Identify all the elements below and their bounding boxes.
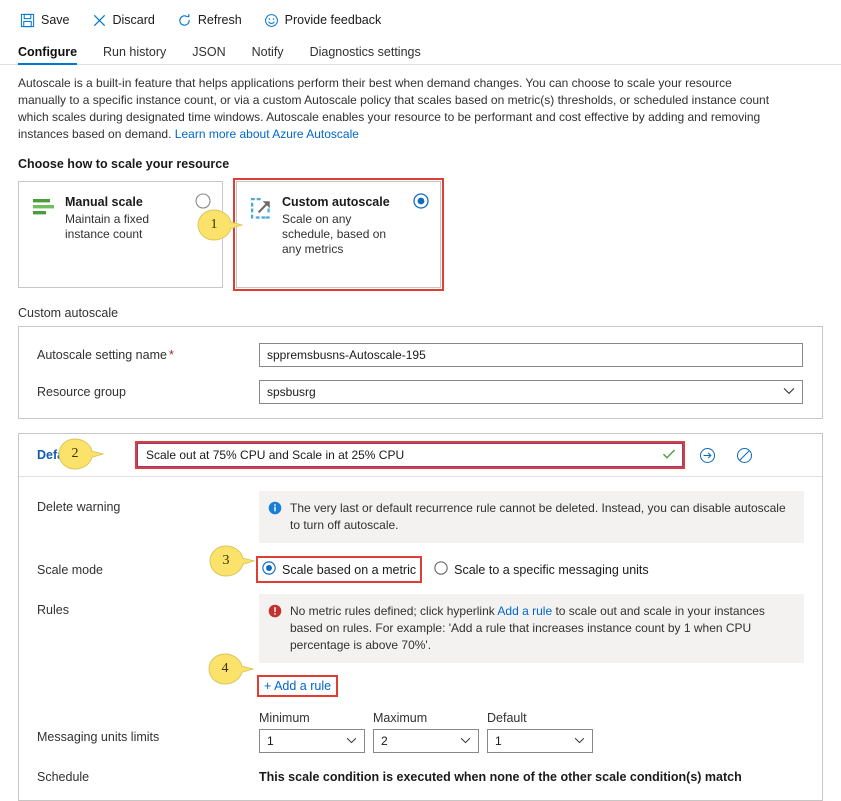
tab-configure[interactable]: Configure (18, 45, 78, 65)
manual-scale-subtitle: Maintain a fixed instance count (65, 212, 150, 241)
default-rule-name-input[interactable] (144, 447, 658, 463)
resource-group-value: spsbusrg (267, 385, 316, 399)
limit-minimum-value: 1 (267, 734, 274, 748)
manual-scale-radio[interactable] (195, 193, 211, 212)
limit-minimum: Minimum 1 (259, 711, 365, 753)
limit-maximum-header: Maximum (373, 711, 428, 725)
custom-autoscale-title: Custom autoscale (282, 195, 390, 209)
scale-mode-row: Scale mode Scale based on a metric Scale… (19, 543, 822, 583)
save-button-label: Save (41, 13, 70, 27)
delete-warning-label: Delete warning (37, 500, 121, 514)
chevron-down-icon (783, 387, 795, 398)
checkmark-icon (658, 448, 676, 463)
limit-default-header: Default (487, 711, 527, 725)
limit-minimum-header: Minimum (259, 711, 310, 725)
custom-autoscale-panel: Autoscale setting name* Resource group s… (18, 326, 823, 419)
refresh-button[interactable]: Refresh (175, 11, 244, 30)
scale-mode-option-messaging-units-label: Scale to a specific messaging units (454, 562, 649, 577)
refresh-button-label: Refresh (197, 13, 242, 27)
discard-button-label: Discard (112, 13, 155, 27)
messaging-units-limits-row: Messaging units limits Minimum 1 Maximum… (19, 695, 822, 753)
scale-mode-radio-group: Scale based on a metric Scale to a speci… (255, 556, 652, 583)
move-right-circle-icon[interactable] (699, 447, 716, 464)
scale-mode-option-messaging-units[interactable]: Scale to a specific messaging units (431, 559, 652, 580)
rules-row: Rules No metric rules defined; click hyp… (19, 580, 822, 697)
default-rule-header-label: Default (37, 448, 80, 462)
chevron-down-icon (346, 736, 357, 747)
delete-warning-row: Delete warning The very last or default … (19, 477, 822, 543)
refresh-icon (177, 13, 192, 28)
info-icon (268, 500, 282, 534)
limit-maximum-select[interactable]: 2 (373, 729, 479, 753)
rules-inline-add-a-rule-link[interactable]: Add a rule (497, 604, 552, 618)
discard-button[interactable]: Discard (90, 11, 157, 30)
tab-diagnostics-settings[interactable]: Diagnostics settings (310, 45, 421, 64)
custom-autoscale-radio[interactable] (413, 193, 429, 212)
autoscale-setting-name-row: Autoscale setting name * (19, 343, 822, 367)
radio-selected-icon (262, 561, 276, 578)
default-rule-name-field[interactable] (135, 441, 685, 469)
rules-error-text-part1: No metric rules defined; click hyperlink (290, 604, 498, 618)
radio-unselected-icon (434, 561, 448, 578)
autoscale-setting-name-label: Autoscale setting name * (37, 348, 259, 362)
tab-run-history[interactable]: Run history (103, 45, 166, 64)
schedule-row: Schedule This scale condition is execute… (19, 753, 822, 800)
messaging-units-limits-label: Messaging units limits (37, 730, 160, 744)
rules-label: Rules (37, 603, 69, 617)
chevron-down-icon (460, 736, 471, 747)
manual-scale-title: Manual scale (65, 195, 143, 209)
custom-autoscale-subtitle: Scale on any schedule, based on any metr… (282, 212, 387, 256)
autoscale-setting-name-input[interactable] (259, 343, 803, 367)
limit-default-value: 1 (495, 734, 502, 748)
tab-notify[interactable]: Notify (252, 45, 284, 64)
limit-default: Default 1 (487, 711, 593, 753)
smiley-icon (264, 13, 279, 28)
page-description-text: Autoscale is a built-in feature that hel… (18, 76, 770, 141)
limit-minimum-select[interactable]: 1 (259, 729, 365, 753)
add-a-rule-button[interactable]: + Add a rule (256, 675, 339, 697)
default-scale-condition-panel: Default Delete warning (18, 433, 823, 801)
scale-mode-option-metric-label: Scale based on a metric (282, 562, 417, 577)
rules-error-text: No metric rules defined; click hyperlink… (290, 603, 794, 654)
scale-option-manual-scale[interactable]: Manual scale Maintain a fixed instance c… (18, 181, 223, 288)
scale-mode-option-metric[interactable]: Scale based on a metric (255, 556, 423, 583)
scale-option-cards: Manual scale Maintain a fixed instance c… (0, 171, 841, 291)
scale-option-custom-autoscale[interactable]: Custom autoscale Scale on any schedule, … (233, 178, 444, 291)
rules-error-message: No metric rules defined; click hyperlink… (259, 594, 804, 663)
provide-feedback-button-label: Provide feedback (284, 13, 382, 27)
error-icon (268, 603, 282, 654)
schedule-text: This scale condition is executed when no… (259, 770, 742, 784)
command-toolbar: Save Discard Refresh Provide feedback (0, 0, 841, 38)
close-x-icon (92, 13, 107, 28)
resource-group-select[interactable]: spsbusrg (259, 380, 803, 404)
resource-group-row: Resource group spsbusrg (19, 380, 822, 404)
learn-more-link[interactable]: Learn more about Azure Autoscale (175, 127, 359, 141)
default-rule-header: Default (19, 434, 822, 477)
choose-scale-heading: Choose how to scale your resource (18, 157, 230, 171)
custom-autoscale-arrow-icon (250, 195, 273, 277)
provide-feedback-button[interactable]: Provide feedback (262, 11, 384, 30)
schedule-label: Schedule (37, 770, 90, 784)
limit-maximum: Maximum 2 (373, 711, 479, 753)
autoscale-setting-name-label-text: Autoscale setting name (37, 348, 167, 362)
save-button[interactable]: Save (18, 11, 72, 30)
no-entry-circle-icon[interactable] (736, 447, 753, 464)
save-icon (20, 13, 35, 28)
limit-maximum-value: 2 (381, 734, 388, 748)
scale-mode-label: Scale mode (37, 562, 104, 577)
tab-json[interactable]: JSON (192, 45, 225, 64)
delete-warning-text: The very last or default recurrence rule… (290, 501, 786, 532)
tab-bar: Configure Run history JSON Notify Diagno… (0, 38, 841, 65)
limit-default-select[interactable]: 1 (487, 729, 593, 753)
manual-scale-bars-icon (32, 195, 56, 277)
delete-warning-message: The very last or default recurrence rule… (259, 491, 804, 543)
messaging-units-limits-controls: Minimum 1 Maximum 2 Default 1 (259, 711, 593, 753)
custom-autoscale-panel-label: Custom autoscale (18, 306, 119, 320)
resource-group-label: Resource group (37, 385, 126, 399)
page-description: Autoscale is a built-in feature that hel… (0, 65, 790, 143)
chevron-down-icon (574, 736, 585, 747)
required-asterisk: * (168, 348, 174, 362)
